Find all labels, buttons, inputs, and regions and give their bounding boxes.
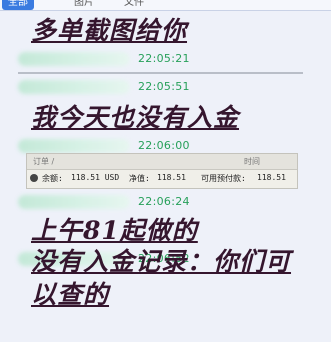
equity-value: 118.51 (157, 173, 186, 182)
tab-all[interactable]: 全部 (2, 0, 34, 10)
free-margin-label: 可用预付款: (201, 174, 246, 183)
image-edge (18, 72, 303, 74)
message-timestamp: 22:06:00 (138, 139, 190, 152)
equity-label: 净值: (129, 174, 150, 183)
panel-header: 订单 / 时间 (27, 154, 297, 170)
sender-name-blurred (18, 195, 130, 209)
message-timestamp: 22:05:21 (138, 52, 190, 65)
free-margin-value: 118.51 (257, 173, 286, 182)
message-text-line-2: 以查的 (31, 280, 110, 309)
message-text-line-1: 没有入金记录：你们可 (31, 247, 292, 276)
message-timestamp: 22:05:51 (138, 80, 190, 93)
column-time: 时间 (244, 157, 260, 166)
message-text: 多单截图给你 (31, 16, 188, 45)
message-text: 我今天也没有入金 (31, 103, 240, 132)
balance-label: 余额: (42, 174, 63, 183)
balance-value: 118.51 USD (71, 173, 120, 182)
sender-name-blurred (18, 80, 130, 94)
tab-images[interactable]: 图片 (68, 0, 100, 10)
status-dot-icon (30, 174, 38, 182)
tab-files[interactable]: 文件 (118, 0, 150, 10)
balance-row: 余额: 118.51 USD 净值: 118.51 可用预付款: 118.51 (27, 170, 297, 188)
column-order: 订单 / (33, 157, 55, 166)
message-timestamp: 22:06:24 (138, 195, 190, 208)
tab-divider (0, 10, 331, 11)
account-summary-screenshot[interactable]: 订单 / 时间 余额: 118.51 USD 净值: 118.51 可用预付款:… (26, 153, 298, 189)
message-text: 上午81起做的 (31, 216, 198, 245)
sender-name-blurred (18, 52, 130, 66)
sender-name-blurred (18, 139, 130, 153)
